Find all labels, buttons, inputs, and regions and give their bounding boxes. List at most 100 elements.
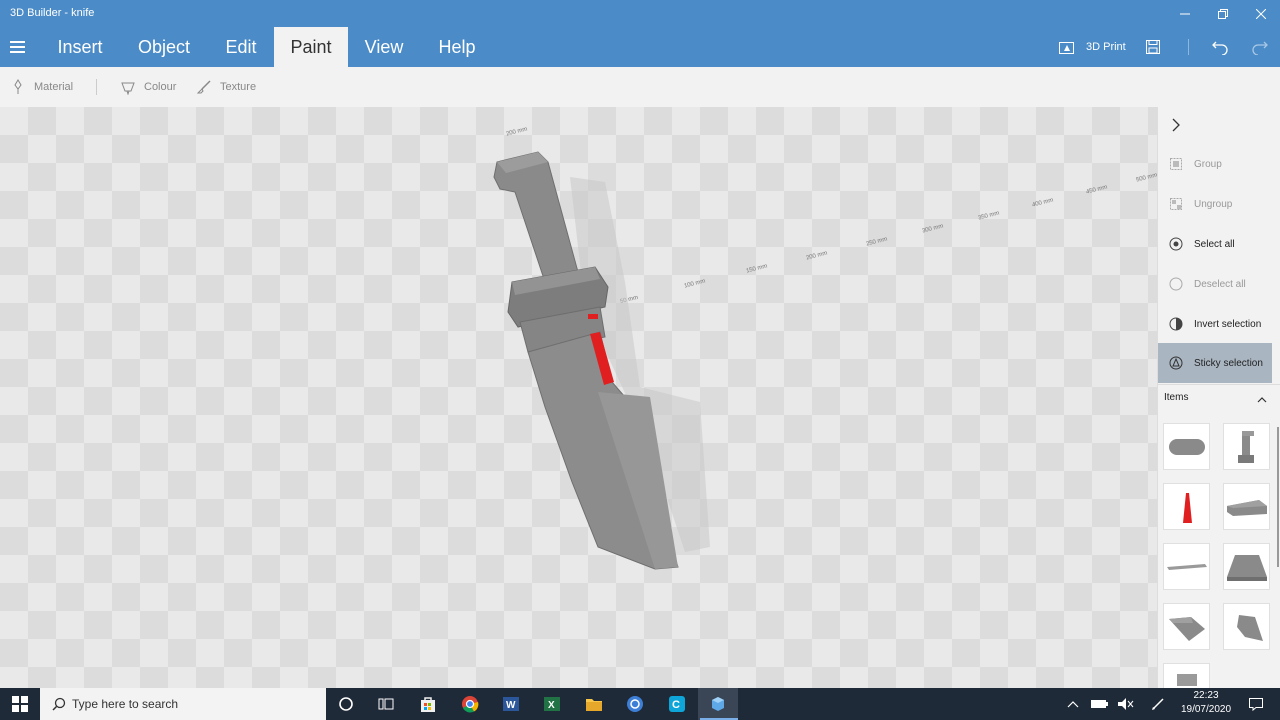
items-heading: Items bbox=[1164, 392, 1189, 403]
close-icon bbox=[1256, 8, 1266, 19]
group-button[interactable]: Group bbox=[1158, 144, 1272, 184]
excel-app[interactable]: X bbox=[532, 688, 572, 720]
item-thumbnail[interactable] bbox=[1223, 483, 1270, 530]
select-all-button[interactable]: Select all bbox=[1158, 224, 1272, 264]
clock-date: 19/07/2020 bbox=[1180, 704, 1232, 715]
taskbar-search-box[interactable]: Type here to search bbox=[40, 688, 326, 720]
material-icon bbox=[8, 79, 28, 95]
colour-label: Colour bbox=[144, 81, 177, 93]
tab-view[interactable]: View bbox=[354, 27, 414, 67]
window-title: 3D Builder - knife bbox=[10, 7, 95, 19]
3d-builder-app[interactable] bbox=[698, 688, 738, 720]
tab-object[interactable]: Object bbox=[124, 27, 204, 67]
ribbon-divider bbox=[1188, 39, 1189, 55]
item-thumbnail[interactable] bbox=[1223, 423, 1270, 470]
items-scrollbar[interactable] bbox=[1277, 427, 1279, 567]
brush-icon bbox=[194, 79, 214, 95]
volume-button[interactable] bbox=[1108, 688, 1144, 720]
cortana-button[interactable] bbox=[326, 688, 366, 720]
pen-button[interactable] bbox=[1140, 688, 1176, 720]
minimize-button[interactable] bbox=[1166, 0, 1204, 27]
search-placeholder: Type here to search bbox=[72, 697, 179, 711]
select-all-label: Select all bbox=[1194, 238, 1235, 250]
paint-toolbar: Material Colour Texture bbox=[0, 67, 1280, 107]
hamburger-menu-icon[interactable] bbox=[10, 41, 25, 53]
sticky-selection-icon bbox=[1158, 356, 1194, 370]
folder-icon bbox=[586, 699, 602, 711]
tab-help[interactable]: Help bbox=[424, 27, 490, 67]
action-center-button[interactable] bbox=[1238, 688, 1274, 720]
deselect-all-icon bbox=[1158, 277, 1194, 291]
deselect-all-label: Deselect all bbox=[1194, 278, 1246, 290]
title-bar: 3D Builder - knife bbox=[0, 0, 1280, 27]
3d-print-label: 3D Print bbox=[1086, 41, 1126, 53]
chevron-up-icon bbox=[1067, 701, 1079, 708]
material-button[interactable]: Material bbox=[8, 77, 73, 97]
maximize-button[interactable] bbox=[1204, 0, 1242, 27]
collapse-items-button[interactable] bbox=[1256, 392, 1268, 410]
3d-print-button[interactable]: 3D Print bbox=[1058, 27, 1126, 67]
tab-insert[interactable]: Insert bbox=[44, 27, 116, 67]
task-view-icon bbox=[378, 698, 394, 710]
invert-selection-label: Invert selection bbox=[1194, 318, 1262, 330]
item-thumbnail[interactable] bbox=[1163, 483, 1210, 530]
edge-app[interactable]: C bbox=[657, 688, 697, 720]
svg-text:C: C bbox=[672, 699, 680, 711]
colour-button[interactable]: Colour bbox=[118, 77, 176, 97]
sticky-selection-button[interactable]: Sticky selection bbox=[1158, 343, 1272, 383]
word-app[interactable]: W bbox=[491, 688, 531, 720]
store-app[interactable] bbox=[408, 688, 448, 720]
file-explorer-app[interactable] bbox=[574, 688, 614, 720]
item-thumbnail[interactable] bbox=[1163, 423, 1210, 470]
svg-text:W: W bbox=[506, 700, 516, 711]
save-button[interactable] bbox=[1145, 27, 1161, 67]
material-label: Material bbox=[34, 81, 74, 93]
panel-divider bbox=[1158, 384, 1280, 385]
item-thumbnail[interactable] bbox=[1223, 603, 1270, 650]
knife-model[interactable] bbox=[0, 107, 1157, 688]
redo-button[interactable] bbox=[1251, 27, 1269, 67]
settings-app[interactable] bbox=[615, 688, 655, 720]
group-label: Group bbox=[1194, 158, 1222, 170]
battery-icon bbox=[1091, 700, 1108, 708]
clock-time: 22:23 bbox=[1193, 690, 1219, 701]
item-thumbnail[interactable] bbox=[1163, 663, 1210, 688]
select-all-icon bbox=[1158, 237, 1194, 251]
ungroup-button[interactable]: Ungroup bbox=[1158, 184, 1272, 224]
excel-icon: X bbox=[544, 697, 560, 711]
group-icon bbox=[1158, 157, 1194, 171]
texture-button[interactable]: Texture bbox=[194, 77, 256, 97]
task-view-button[interactable] bbox=[366, 688, 406, 720]
restore-icon bbox=[1218, 8, 1228, 19]
deselect-all-button[interactable]: Deselect all bbox=[1158, 264, 1272, 304]
undo-button[interactable] bbox=[1211, 27, 1229, 67]
chrome-icon bbox=[462, 696, 479, 713]
chrome-app[interactable] bbox=[450, 688, 490, 720]
item-thumbnail[interactable] bbox=[1163, 543, 1210, 590]
undo-icon bbox=[1212, 41, 1228, 55]
item-thumbnail[interactable] bbox=[1163, 603, 1210, 650]
3d-viewport[interactable]: 200 mm 50 mm 100 mm 150 mm 200 mm 250 mm… bbox=[0, 107, 1157, 688]
chevron-right-icon bbox=[1172, 118, 1180, 132]
taskbar-clock[interactable]: 22:23 19/07/2020 bbox=[1175, 689, 1237, 717]
ungroup-icon bbox=[1158, 197, 1194, 211]
sticky-selection-label: Sticky selection bbox=[1194, 357, 1263, 369]
tab-edit[interactable]: Edit bbox=[212, 27, 270, 67]
invert-selection-button[interactable]: Invert selection bbox=[1158, 304, 1272, 344]
paint-bucket-icon bbox=[118, 79, 138, 95]
blue-circle-app-icon bbox=[627, 696, 643, 712]
collapse-panel-button[interactable] bbox=[1170, 117, 1182, 138]
redo-icon bbox=[1252, 41, 1268, 55]
invert-selection-icon bbox=[1158, 317, 1194, 331]
windows-logo-icon bbox=[12, 696, 28, 712]
svg-text:X: X bbox=[548, 700, 555, 711]
item-thumbnail[interactable] bbox=[1223, 543, 1270, 590]
ribbon: Insert Object Edit Paint View Help 3D Pr… bbox=[0, 27, 1280, 67]
3d-builder-icon bbox=[712, 697, 724, 711]
search-icon bbox=[52, 697, 66, 711]
start-button[interactable] bbox=[0, 688, 40, 720]
notification-icon bbox=[1249, 698, 1263, 712]
toolbar-divider bbox=[96, 79, 97, 95]
close-button[interactable] bbox=[1242, 0, 1280, 27]
tab-paint[interactable]: Paint bbox=[274, 27, 348, 67]
